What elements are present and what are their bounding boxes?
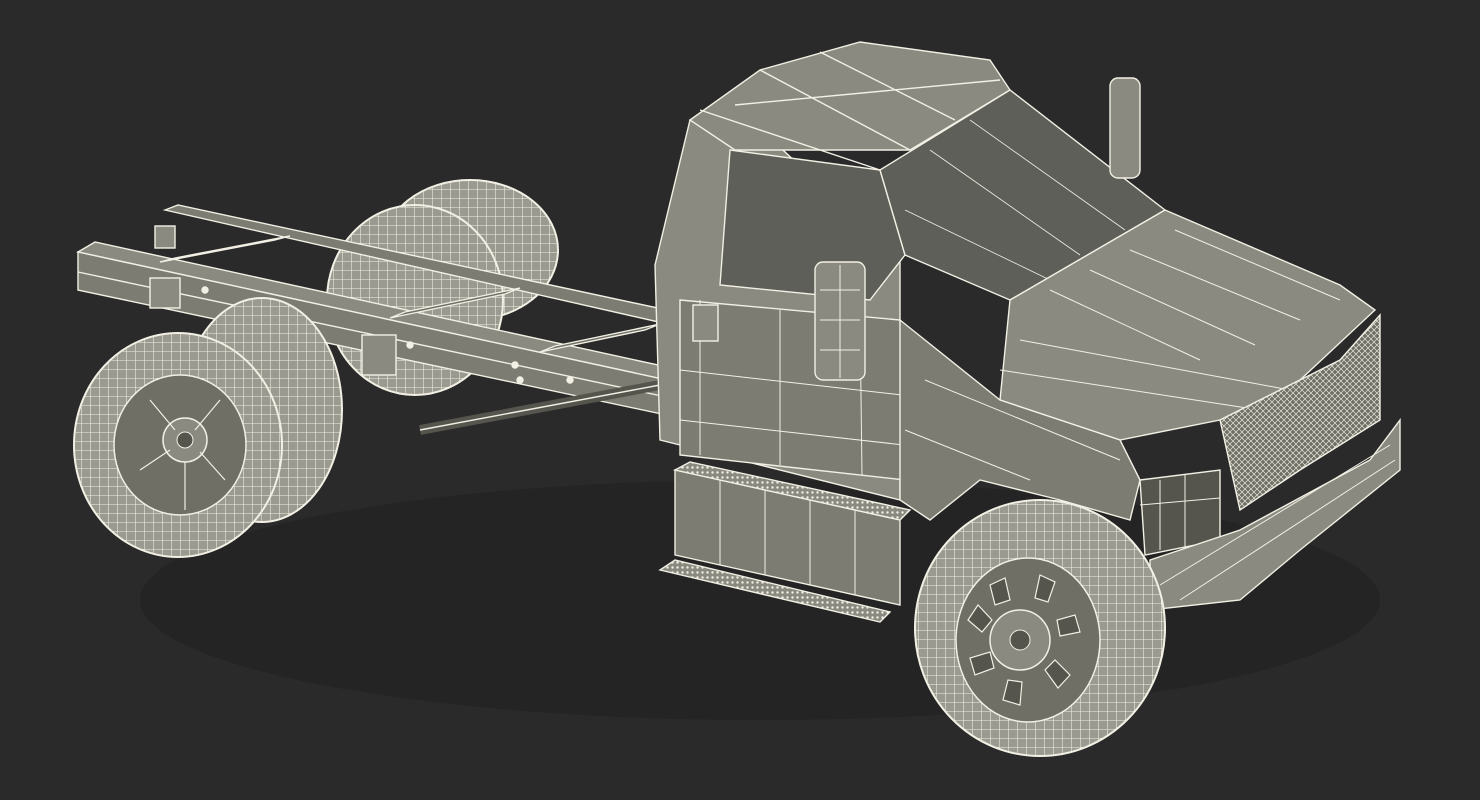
front-wheel [914,499,1166,757]
truck-render [73,41,1401,757]
viewport [0,0,1480,800]
rear-near-wheels [73,297,343,558]
